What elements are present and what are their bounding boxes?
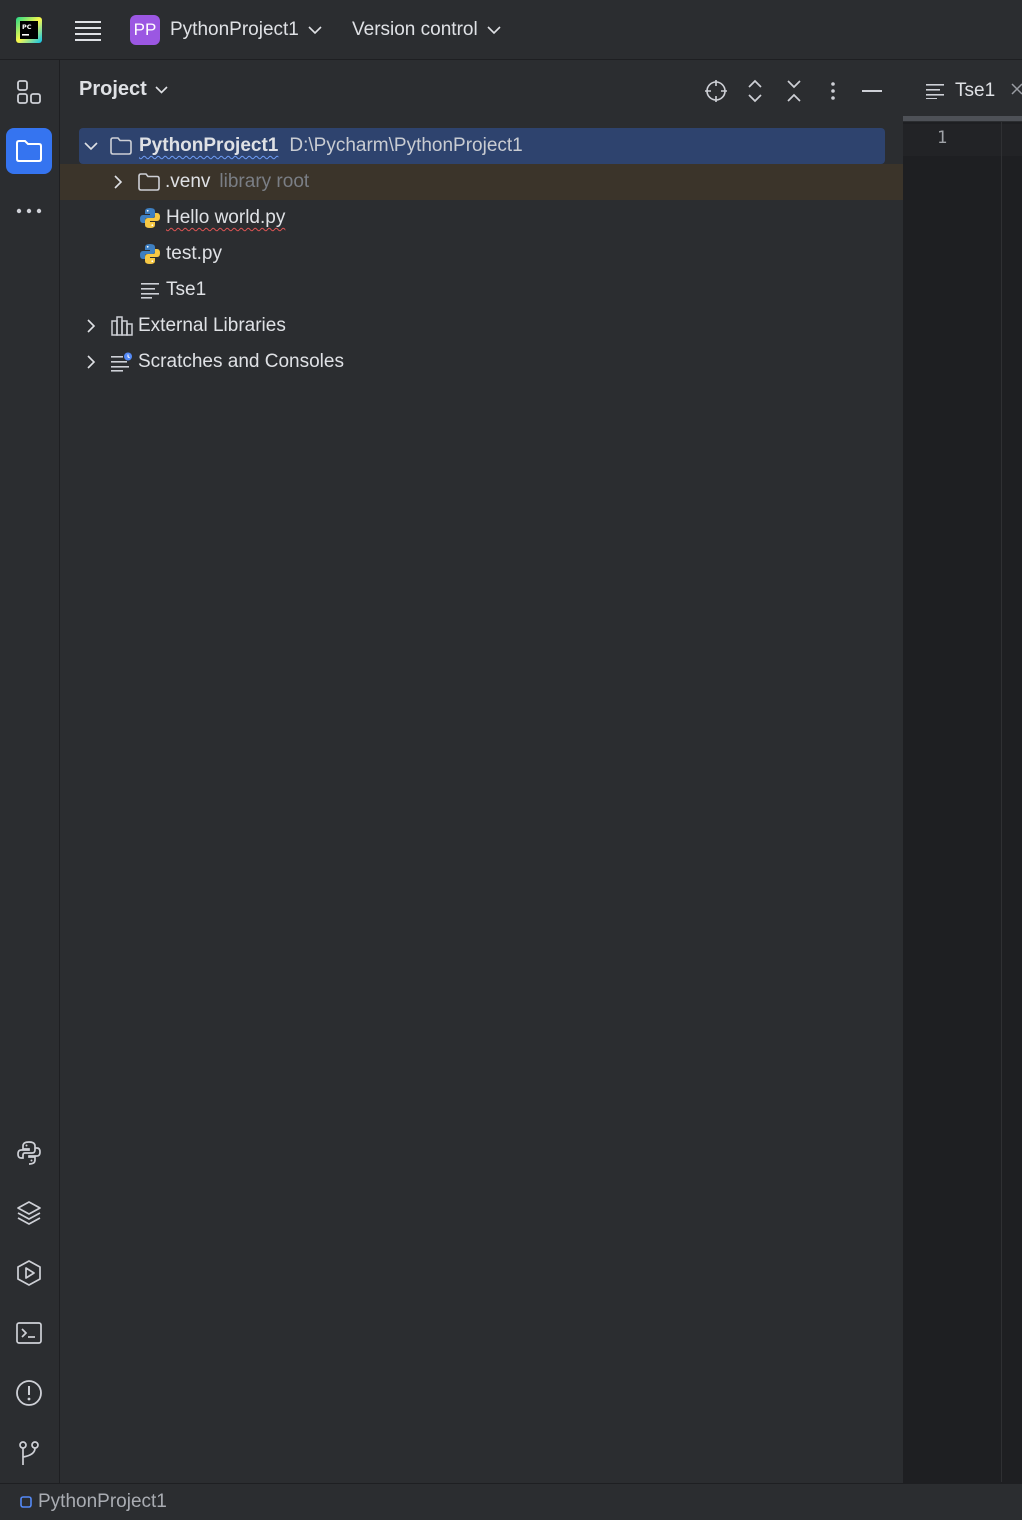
- expand-all-button[interactable]: [741, 77, 769, 105]
- chevron-down-icon: [155, 85, 168, 94]
- python-console-icon: [17, 1141, 41, 1165]
- select-opened-file-button[interactable]: [702, 77, 730, 105]
- venv-hint: library root: [219, 171, 310, 192]
- layers-tool-button[interactable]: [6, 1190, 52, 1236]
- python-file-icon: [138, 242, 162, 266]
- title-bar: PC PP PythonProject1 Version control: [0, 0, 1022, 60]
- scratches-label: Scratches and Consoles: [138, 351, 344, 372]
- external-libraries-label: External Libraries: [138, 315, 286, 336]
- status-bar: PythonProject1: [0, 1483, 1022, 1520]
- more-tools-button[interactable]: [6, 188, 52, 234]
- project-badge: PP: [130, 15, 160, 45]
- services-tool-button[interactable]: [6, 1250, 52, 1296]
- chevron-right-icon[interactable]: [82, 317, 100, 335]
- project-switcher[interactable]: PP PythonProject1: [130, 14, 322, 46]
- file-name: Hello world.py: [166, 207, 286, 228]
- project-root-name: PythonProject1: [139, 135, 279, 156]
- collapse-all-icon: [787, 80, 801, 102]
- chevron-right-icon[interactable]: [82, 353, 100, 371]
- git-branch-icon: [19, 1441, 39, 1465]
- tree-node-external-libraries[interactable]: External Libraries: [82, 308, 286, 344]
- gutter-divider: [1001, 122, 1002, 1482]
- active-tab-indicator: [903, 116, 1022, 121]
- structure-tool-button[interactable]: [6, 69, 52, 115]
- project-panel-header: Project: [60, 60, 903, 122]
- tree-node-project-root[interactable]: PythonProject1 D:\Pycharm\PythonProject1: [79, 128, 885, 164]
- editor-area: Tse1 1: [903, 60, 1022, 1483]
- file-name: Tse1: [166, 279, 207, 300]
- terminal-tool-button[interactable]: [6, 1310, 52, 1356]
- tool-window-strip: [0, 60, 60, 1483]
- status-breadcrumb[interactable]: PythonProject1: [38, 1491, 167, 1513]
- panel-title: Project: [79, 78, 147, 100]
- tree-node-file[interactable]: test.py: [138, 236, 222, 272]
- structure-icon: [17, 80, 41, 104]
- collapse-all-button[interactable]: [780, 77, 808, 105]
- module-icon: [20, 1496, 32, 1508]
- python-packages-button[interactable]: [6, 1130, 52, 1176]
- text-file-icon: [925, 83, 945, 99]
- git-tool-button[interactable]: [6, 1430, 52, 1476]
- project-name: PythonProject1: [170, 19, 299, 40]
- run-services-icon: [17, 1260, 41, 1286]
- editor-tab-label: Tse1: [955, 80, 996, 101]
- svg-text:PC: PC: [22, 23, 32, 31]
- locate-icon: [705, 80, 727, 102]
- expand-all-icon: [748, 79, 762, 103]
- more-horizontal-icon: [16, 208, 42, 214]
- text-file-icon: [138, 278, 162, 302]
- layers-icon: [17, 1201, 41, 1225]
- file-name: test.py: [166, 243, 222, 264]
- folder-icon: [137, 170, 161, 194]
- chevron-down-icon: [308, 25, 322, 35]
- project-view-selector[interactable]: Project: [79, 78, 168, 101]
- venv-name: .venv: [165, 171, 211, 192]
- more-vertical-icon: [831, 82, 835, 100]
- problems-icon: [16, 1380, 42, 1406]
- chevron-down-icon[interactable]: [82, 137, 100, 155]
- current-line-highlight: [903, 124, 1022, 156]
- project-root-path: D:\Pycharm\PythonProject1: [289, 135, 523, 156]
- python-file-icon: [138, 206, 162, 230]
- tree-node-scratches[interactable]: Scratches and Consoles: [82, 344, 344, 380]
- project-tool-button[interactable]: [6, 128, 52, 174]
- editor-tab[interactable]: Tse1: [903, 60, 1022, 122]
- problems-tool-button[interactable]: [6, 1370, 52, 1416]
- hide-panel-button[interactable]: [858, 77, 886, 105]
- version-control-label: Version control: [352, 19, 478, 40]
- close-icon[interactable]: [1010, 82, 1022, 96]
- tree-node-venv[interactable]: .venv library root: [60, 164, 903, 200]
- tree-node-file[interactable]: Tse1: [138, 272, 206, 308]
- folder-icon: [109, 134, 133, 158]
- line-number: 1: [937, 128, 948, 148]
- chevron-right-icon[interactable]: [109, 173, 127, 191]
- tree-node-file[interactable]: Hello world.py: [138, 200, 285, 236]
- terminal-icon: [16, 1322, 42, 1344]
- library-icon: [110, 314, 134, 338]
- folder-icon: [16, 140, 42, 162]
- options-menu-button[interactable]: [819, 77, 847, 105]
- project-tool-window: Project PythonProject1 D:\Pycharm\Python…: [60, 60, 903, 1483]
- scratches-icon: [110, 350, 134, 374]
- chevron-down-icon: [487, 25, 501, 35]
- minimize-icon: [862, 90, 882, 92]
- version-control-menu[interactable]: Version control: [352, 14, 501, 46]
- main-menu-icon[interactable]: [74, 16, 102, 44]
- pycharm-logo-icon[interactable]: PC: [16, 17, 42, 43]
